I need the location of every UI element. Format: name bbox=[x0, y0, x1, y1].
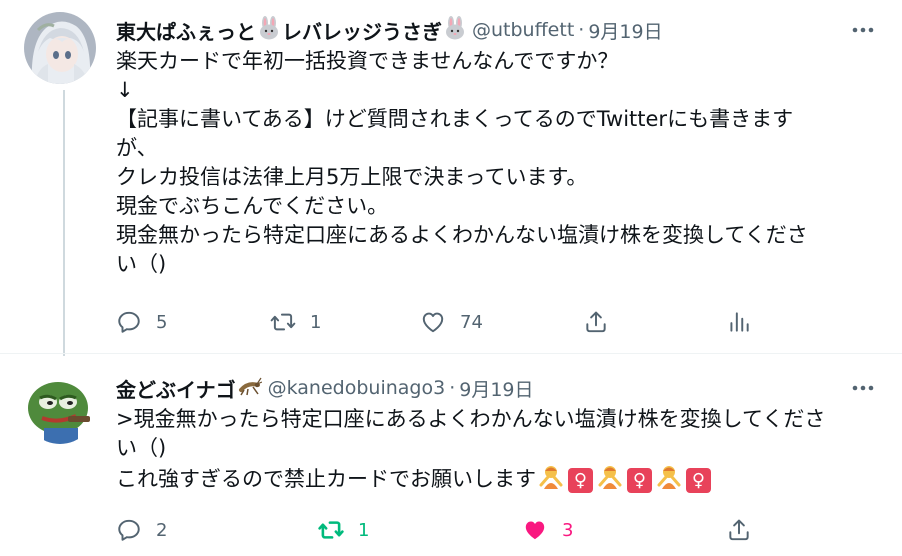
tweet-text: >現金無かったら特定口座にあるよくわかんない塩漬け株を変換してくださ い（) こ… bbox=[116, 405, 866, 497]
retweet-count: 1 bbox=[358, 519, 370, 541]
heart-filled-icon bbox=[525, 521, 545, 540]
tweet-text-line: 楽天カードで年初一括投資できませんなんでですか？ bbox=[116, 49, 619, 73]
tweet-actions: 5 1 74 bbox=[116, 306, 756, 338]
frog-avatar-icon bbox=[24, 372, 96, 444]
like-count: 74 bbox=[460, 311, 483, 333]
female-sign-icon: ♀ bbox=[686, 467, 711, 493]
display-name[interactable]: 金どぶイナゴ bbox=[116, 374, 236, 403]
share-icon bbox=[586, 311, 606, 333]
user-handle[interactable]: @kanedobuinago3 bbox=[268, 377, 446, 399]
avatar[interactable] bbox=[24, 372, 96, 444]
female-sign-icon: ♀ bbox=[568, 467, 593, 493]
tweet-header: 東大ぱふぇっと レバレッジうさぎ @utbuffett · 9月19日 bbox=[116, 16, 876, 44]
like-count: 3 bbox=[562, 519, 574, 541]
tweet-text-line: ↓ bbox=[116, 78, 134, 102]
rabbit-emoji-icon bbox=[444, 16, 466, 44]
tweet-text-line: これ強すぎるので禁止カードでお願いします bbox=[116, 467, 536, 491]
person-gesturing-no-icon bbox=[538, 463, 564, 497]
thread-connector-line bbox=[63, 90, 65, 356]
tweet-text-line: 現金でぶちこんでください。 bbox=[116, 194, 389, 218]
tweet-text-line: い（) bbox=[116, 436, 167, 460]
retweet-icon bbox=[318, 521, 344, 539]
person-gesturing-no-icon bbox=[597, 463, 623, 497]
tweet-text-line: が、 bbox=[116, 136, 158, 160]
share-button[interactable] bbox=[583, 306, 609, 338]
reply-button[interactable]: 5 bbox=[116, 306, 167, 338]
tweet-text-line: 【記事に書いてある】けど質問されまくってるのでTwitterにも書きます bbox=[116, 107, 794, 131]
heart-icon bbox=[422, 312, 444, 333]
more-horizontal-icon bbox=[852, 385, 874, 391]
more-options-button[interactable] bbox=[850, 376, 876, 400]
more-horizontal-icon bbox=[852, 27, 874, 33]
avatar[interactable] bbox=[24, 12, 96, 84]
timeline: 東大ぱふぇっと レバレッジうさぎ @utbuffett · 9月19日 楽天カー… bbox=[0, 0, 902, 556]
tweet-text: 楽天カードで年初一括投資できませんなんでですか？ ↓ 【記事に書いてある】けど質… bbox=[116, 47, 866, 279]
share-button[interactable] bbox=[726, 514, 752, 546]
tweet-text-line: い（) bbox=[116, 252, 167, 276]
reply-icon bbox=[118, 311, 140, 333]
display-name-suffix[interactable]: レバレッジうさぎ bbox=[282, 16, 442, 45]
female-sign-icon: ♀ bbox=[627, 467, 652, 493]
tweet[interactable]: 東大ぱふぇっと レバレッジうさぎ @utbuffett · 9月19日 楽天カー… bbox=[0, 0, 902, 356]
tweet[interactable]: 金どぶイナゴ @kanedobuinago3 · 9月19日 >現金無かったら特… bbox=[0, 353, 902, 556]
analytics-icon bbox=[730, 312, 749, 332]
user-handle[interactable]: @utbuffett bbox=[472, 19, 574, 41]
retweet-icon bbox=[270, 313, 296, 331]
cricket-emoji-icon bbox=[238, 376, 262, 400]
retweet-button[interactable]: 1 bbox=[270, 306, 321, 338]
reply-icon bbox=[118, 519, 140, 541]
tweet-text-line-with-emoji: これ強すぎるので禁止カードでお願いします ♀ ♀ ♀ bbox=[116, 463, 866, 497]
tweet-text-line: クレカ投信は法律上月5万上限で決まっています。 bbox=[116, 165, 588, 189]
reply-button[interactable]: 2 bbox=[116, 514, 167, 546]
reply-count: 5 bbox=[156, 311, 168, 333]
like-button[interactable]: 3 bbox=[522, 514, 573, 546]
tweet-text-line: 現金無かったら特定口座にあるよくわかんない塩漬け株を変換してくださ bbox=[116, 223, 808, 247]
more-options-button[interactable] bbox=[850, 18, 876, 42]
tweet-date[interactable]: 9月19日 bbox=[459, 375, 533, 402]
person-gesturing-no-icon bbox=[656, 463, 682, 497]
display-name[interactable]: 東大ぱふぇっと bbox=[116, 16, 256, 45]
like-button[interactable]: 74 bbox=[420, 306, 483, 338]
separator-dot: · bbox=[578, 19, 585, 41]
tweet-actions: 2 1 3 bbox=[116, 514, 756, 546]
retweet-button[interactable]: 1 bbox=[318, 514, 369, 546]
analytics-button[interactable] bbox=[726, 306, 752, 338]
anime-girl-avatar-icon bbox=[24, 12, 96, 84]
tweet-text-line: >現金無かったら特定口座にあるよくわかんない塩漬け株を変換してくださ bbox=[116, 407, 826, 431]
tweet-date[interactable]: 9月19日 bbox=[588, 17, 662, 44]
separator-dot: · bbox=[449, 377, 456, 399]
retweet-count: 1 bbox=[310, 311, 322, 333]
reply-count: 2 bbox=[156, 519, 168, 541]
share-icon bbox=[729, 519, 749, 541]
rabbit-emoji-icon bbox=[258, 16, 280, 44]
tweet-header: 金どぶイナゴ @kanedobuinago3 · 9月19日 bbox=[116, 374, 876, 402]
